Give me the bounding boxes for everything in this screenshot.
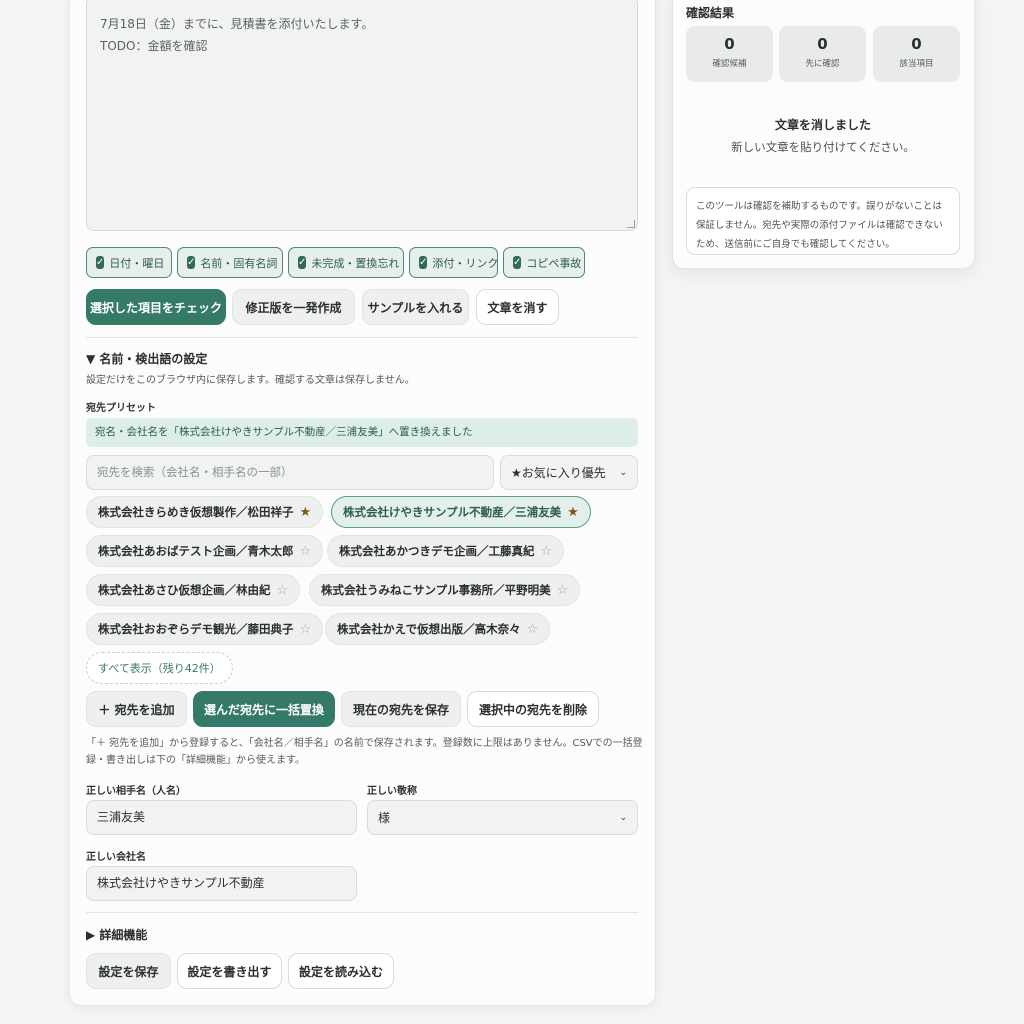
delete-selected-recipient-button[interactable]: 選択中の宛先を削除 bbox=[467, 691, 599, 727]
settings-note: 設定だけをこのブラウザ内に保存します。確認する文章は保存しません。 bbox=[86, 375, 415, 386]
preset-pill[interactable]: 株式会社おおぞらデモ観光／藤田典子 ☆ bbox=[86, 613, 324, 645]
results-title: 確認結果 bbox=[686, 6, 735, 20]
preset-pill[interactable]: 株式会社きらめき仮想製作／松田祥子 ★ bbox=[86, 496, 324, 528]
stat-value: 0 bbox=[911, 35, 922, 53]
make-revision-button[interactable]: 修正版を一発作成 bbox=[232, 289, 355, 325]
check-label: 日付・曜日 bbox=[109, 256, 165, 270]
star-outline-icon[interactable]: ☆ bbox=[277, 583, 289, 598]
preset-pill-label: 株式会社きらめき仮想製作／松田祥子 bbox=[98, 505, 294, 519]
preset-pill-label: 株式会社あかつきデモ企画／工藤真紀 bbox=[339, 544, 535, 558]
preset-pill-label: 株式会社けやきサンプル不動産／三浦友美 bbox=[343, 505, 562, 519]
sort-select-value: ★お気に入り優先 bbox=[511, 466, 606, 480]
check-incomplete[interactable]: ✓ 未完成・置換忘れ bbox=[288, 247, 404, 278]
star-filled-icon[interactable]: ★ bbox=[567, 505, 579, 520]
show-all-presets-button[interactable]: すべて表示（残り42件） bbox=[86, 652, 233, 684]
settings-summary[interactable]: ▼ 名前・検出語の設定 bbox=[86, 350, 207, 367]
honorific-select-value: 様 bbox=[378, 811, 391, 825]
stat-label: 先に確認 bbox=[805, 59, 840, 69]
help-line: 「＋ 宛先を追加」から登録すると、「会社名／相手名」の名前で保存されます。登録数… bbox=[86, 738, 643, 749]
honorific-select[interactable]: 様 ⌄ bbox=[367, 800, 638, 835]
chevron-down-icon: ⌄ bbox=[619, 467, 627, 478]
export-settings-button[interactable]: 設定を書き出す bbox=[177, 953, 282, 989]
disclaimer-box: このツールは確認を補助するものです。誤りがないことは保証しません。宛先や実際の添… bbox=[686, 187, 960, 255]
name-field-label: 正しい相手名（人名） bbox=[86, 786, 186, 797]
star-filled-icon[interactable]: ★ bbox=[300, 505, 312, 520]
sort-select[interactable]: ★お気に入り優先 ⌄ bbox=[500, 455, 638, 490]
star-outline-icon[interactable]: ☆ bbox=[300, 544, 312, 559]
divider bbox=[86, 912, 638, 913]
import-settings-button[interactable]: 設定を読み込む bbox=[288, 953, 394, 989]
preset-pill-label: 株式会社かえで仮想出版／高木奈々 bbox=[337, 622, 521, 636]
stat-priority: 0 先に確認 bbox=[779, 26, 866, 82]
check-label: 未完成・置換忘れ bbox=[311, 256, 400, 270]
clear-text-button[interactable]: 文章を消す bbox=[476, 289, 559, 325]
stat-label: 該当項目 bbox=[899, 59, 934, 69]
insert-sample-button[interactable]: サンプルを入れる bbox=[362, 289, 469, 325]
star-outline-icon[interactable]: ☆ bbox=[557, 583, 569, 598]
stat-value: 0 bbox=[724, 35, 735, 53]
recipient-search-input[interactable]: 宛先を検索（会社名・相手名の一部） bbox=[86, 455, 494, 490]
preset-pill-selected[interactable]: 株式会社けやきサンプル不動産／三浦友美 ★ bbox=[331, 496, 591, 528]
preset-label: 宛先プリセット bbox=[86, 403, 156, 414]
resize-grip-icon[interactable] bbox=[627, 220, 635, 228]
check-selected-button[interactable]: 選択した項目をチェック bbox=[86, 289, 226, 325]
company-field[interactable]: 株式会社けやきサンプル不動産 bbox=[86, 866, 357, 901]
bulk-replace-button[interactable]: 選んだ宛先に一括置換 bbox=[193, 691, 335, 727]
stat-label: 確認候補 bbox=[712, 59, 747, 69]
stat-matches: 0 該当項目 bbox=[873, 26, 960, 82]
checkbox-checked-icon: ✓ bbox=[187, 256, 196, 269]
replace-status-banner: 宛名・会社名を「株式会社けやきサンプル不動産／三浦友美」へ置き換えました bbox=[86, 418, 638, 447]
check-names[interactable]: ✓ 名前・固有名詞 bbox=[177, 247, 283, 278]
name-field[interactable]: 三浦友美 bbox=[86, 800, 357, 835]
preset-pill[interactable]: 株式会社あかつきデモ企画／工藤真紀 ☆ bbox=[327, 535, 565, 567]
stat-value: 0 bbox=[817, 35, 828, 53]
empty-state-subtitle: 新しい文章を貼り付けてください。 bbox=[731, 140, 915, 154]
add-recipient-button[interactable]: ＋ 宛先を追加 bbox=[86, 691, 187, 727]
save-settings-button[interactable]: 設定を保存 bbox=[86, 953, 171, 989]
star-outline-icon[interactable]: ☆ bbox=[300, 622, 312, 637]
preset-pill-label: 株式会社うみねこサンプル事務所／平野明美 bbox=[321, 583, 551, 597]
checkbox-checked-icon: ✓ bbox=[298, 256, 307, 269]
company-field-label: 正しい会社名 bbox=[86, 852, 146, 863]
preset-pill-label: 株式会社おおぞらデモ観光／藤田典子 bbox=[98, 622, 294, 636]
check-copy-paste[interactable]: ✓ コピペ事故 bbox=[503, 247, 585, 278]
check-label: 名前・固有名詞 bbox=[200, 256, 278, 270]
divider bbox=[86, 337, 638, 338]
star-outline-icon[interactable]: ☆ bbox=[541, 544, 553, 559]
check-date-weekday[interactable]: ✓ 日付・曜日 bbox=[86, 247, 172, 278]
editor-line: 7月18日（金）までに、見積書を添付いたします。 bbox=[100, 17, 374, 31]
preset-pill-label: 株式会社あおばテスト企画／青木太郎 bbox=[98, 544, 294, 558]
chevron-down-icon: ⌄ bbox=[619, 812, 627, 823]
check-attachments[interactable]: ✓ 添付・リンク bbox=[409, 247, 498, 278]
preset-pill[interactable]: 株式会社かえで仮想出版／高木奈々 ☆ bbox=[325, 613, 551, 645]
star-outline-icon[interactable]: ☆ bbox=[527, 622, 539, 637]
empty-state-title: 文章を消しました bbox=[774, 118, 871, 132]
editor-line: TODO：金額を確認 bbox=[100, 39, 208, 53]
check-label: コピペ事故 bbox=[526, 256, 582, 270]
honorific-field-label: 正しい敬称 bbox=[367, 786, 417, 797]
preset-pill-label: 株式会社あさひ仮想企画／林由紀 bbox=[98, 583, 271, 597]
checkbox-checked-icon: ✓ bbox=[96, 256, 105, 269]
preset-pill[interactable]: 株式会社うみねこサンプル事務所／平野明美 ☆ bbox=[309, 574, 581, 606]
check-label: 添付・リンク bbox=[432, 256, 499, 270]
preset-pill[interactable]: 株式会社あさひ仮想企画／林由紀 ☆ bbox=[86, 574, 301, 606]
recipient-help-text: 「＋ 宛先を追加」から登録すると、「会社名／相手名」の名前で保存されます。登録数… bbox=[86, 735, 643, 769]
checkbox-checked-icon: ✓ bbox=[513, 256, 522, 269]
preset-pill[interactable]: 株式会社あおばテスト企画／青木太郎 ☆ bbox=[86, 535, 324, 567]
help-line: 録・書き出しは下の「詳細機能」から使えます。 bbox=[86, 755, 305, 766]
checkbox-checked-icon: ✓ bbox=[419, 256, 428, 269]
save-current-recipient-button[interactable]: 現在の宛先を保存 bbox=[341, 691, 461, 727]
stat-candidates: 0 確認候補 bbox=[686, 26, 773, 82]
email-text-area[interactable]: 7月18日（金）までに、見積書を添付いたします。 TODO：金額を確認 bbox=[86, 0, 638, 231]
advanced-summary[interactable]: ▶ 詳細機能 bbox=[86, 926, 147, 943]
